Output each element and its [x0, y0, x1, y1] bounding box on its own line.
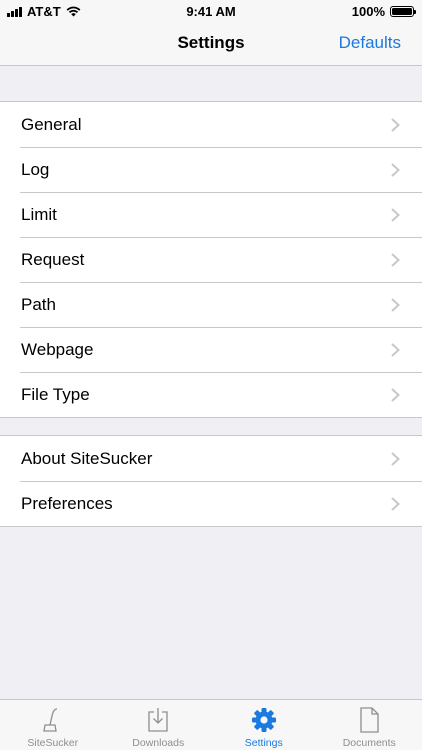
row-label: General: [21, 115, 82, 134]
tab-downloads[interactable]: Downloads: [106, 700, 212, 750]
settings-row-limit[interactable]: Limit: [0, 192, 422, 237]
tab-label: Documents: [342, 737, 396, 749]
settings-group-main: General Log Limit Request Path Webpage F…: [0, 101, 422, 418]
navigation-bar: Settings Defaults: [0, 22, 422, 66]
tab-bar: SiteSucker Downloads Settings Documents: [0, 699, 422, 750]
document-icon: [360, 707, 379, 733]
chevron-right-icon: [391, 118, 400, 132]
tab-settings[interactable]: Settings: [211, 700, 317, 750]
row-label: Path: [21, 295, 56, 314]
row-label: Limit: [21, 205, 57, 224]
tab-label: Downloads: [132, 737, 185, 749]
settings-row-log[interactable]: Log: [0, 147, 422, 192]
vacuum-icon: [42, 708, 57, 732]
status-right: 100%: [351, 4, 416, 19]
chevron-right-icon: [391, 497, 400, 511]
tab-label: Settings: [244, 737, 283, 749]
row-label: Log: [21, 160, 50, 179]
tab-label: SiteSucker: [27, 737, 79, 749]
settings-row-file-type[interactable]: File Type: [0, 372, 422, 417]
chevron-right-icon: [391, 452, 400, 466]
defaults-button[interactable]: Defaults: [339, 33, 401, 53]
battery-icon: [390, 6, 416, 17]
chevron-right-icon: [391, 253, 400, 267]
row-label: Preferences: [21, 494, 113, 513]
chevron-right-icon: [391, 298, 400, 312]
row-label: Webpage: [21, 340, 94, 359]
settings-group-about: About SiteSucker Preferences: [0, 435, 422, 527]
settings-row-webpage[interactable]: Webpage: [0, 327, 422, 372]
status-bar: AT&T 9:41 AM 100%: [0, 0, 422, 22]
row-label: File Type: [21, 385, 90, 404]
chevron-right-icon: [391, 163, 400, 177]
settings-row-preferences[interactable]: Preferences: [0, 481, 422, 526]
battery-percent: 100%: [351, 4, 385, 19]
row-label: Request: [21, 250, 85, 269]
gear-icon: [251, 708, 276, 732]
settings-row-request[interactable]: Request: [0, 237, 422, 282]
chevron-right-icon: [391, 388, 400, 402]
tab-documents[interactable]: Documents: [317, 700, 422, 750]
chevron-right-icon: [391, 208, 400, 222]
settings-row-path[interactable]: Path: [0, 282, 422, 327]
row-label: About SiteSucker: [21, 449, 153, 468]
chevron-right-icon: [391, 343, 400, 357]
settings-row-general[interactable]: General: [0, 102, 422, 147]
download-tray-icon: [148, 708, 168, 732]
tab-sitesucker[interactable]: SiteSucker: [0, 700, 106, 750]
settings-row-about[interactable]: About SiteSucker: [0, 436, 422, 481]
